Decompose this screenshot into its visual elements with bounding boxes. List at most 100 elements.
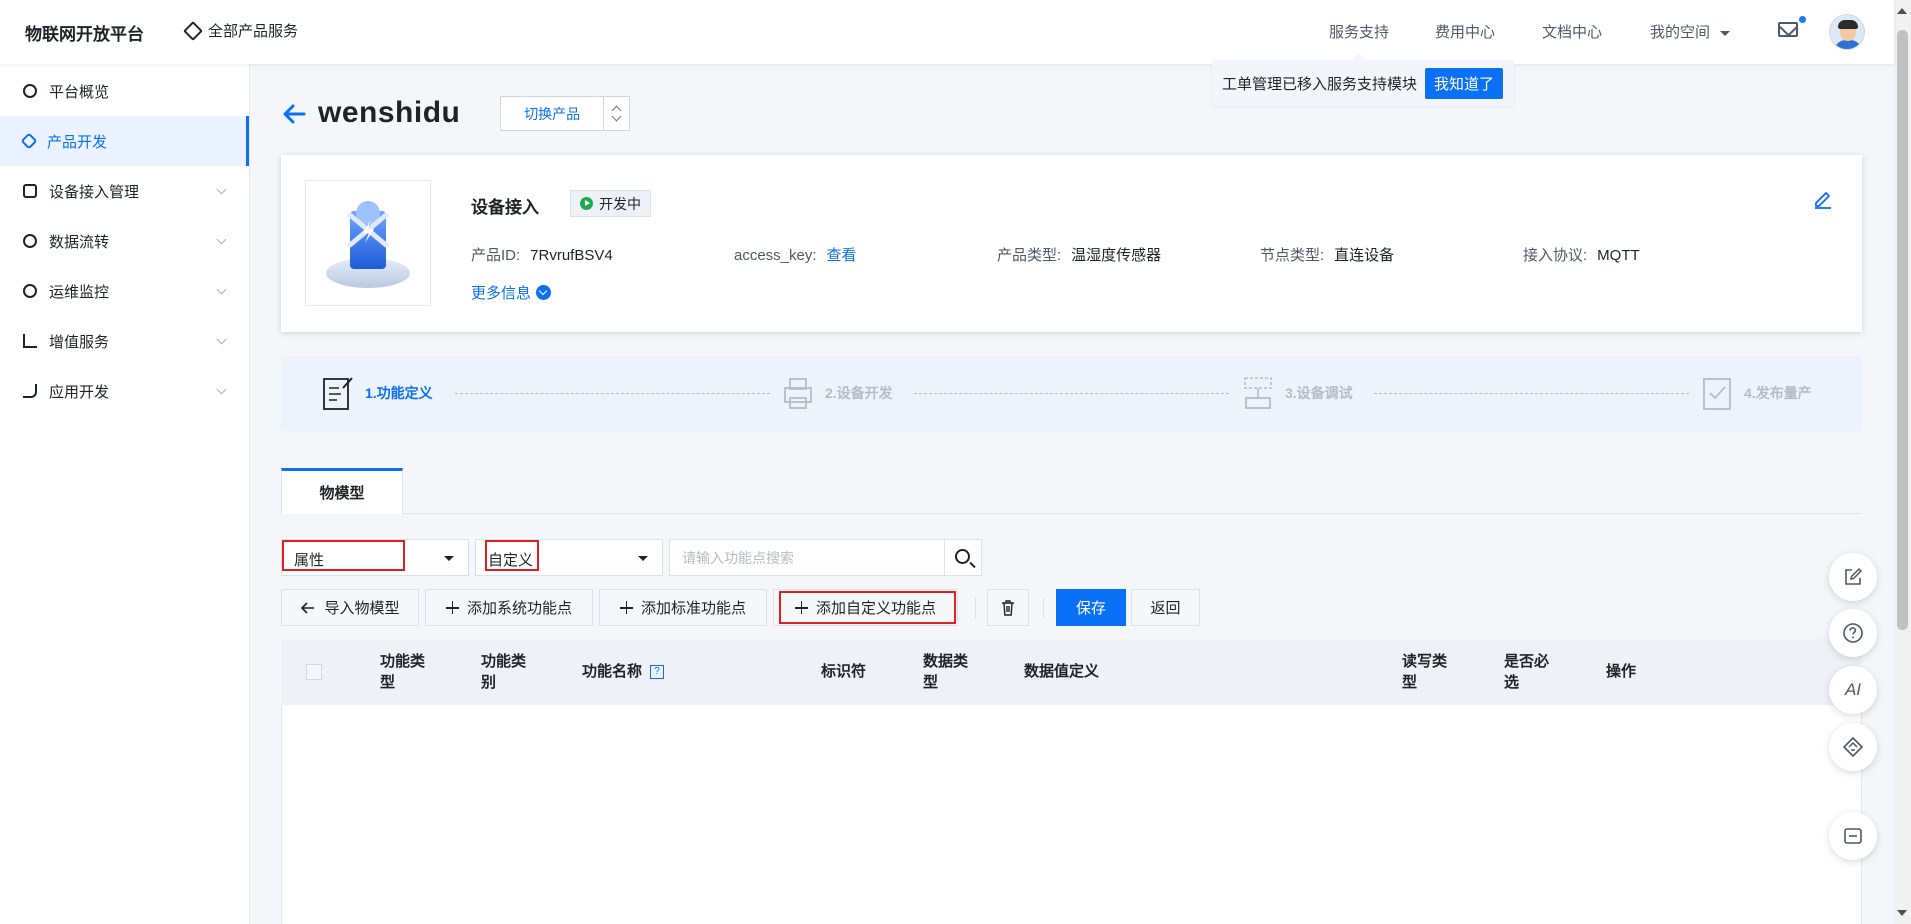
product-image	[305, 180, 431, 306]
got-it-button[interactable]: 我知道了	[1425, 67, 1504, 99]
cube-icon	[20, 132, 38, 150]
more-info-link[interactable]: 更多信息	[471, 282, 552, 303]
tabs-divider	[281, 513, 1862, 514]
my-space-label: 我的空间	[1650, 24, 1711, 41]
data-flow-icon	[23, 234, 37, 248]
collapse-panel-button[interactable]	[1829, 812, 1877, 860]
step-label: 3.设备调试	[1285, 385, 1353, 401]
plus-icon	[619, 601, 633, 614]
add-custom-function-button[interactable]: 添加自定义功能点	[773, 589, 958, 626]
select-all-checkbox[interactable]	[306, 664, 322, 680]
step-connector	[455, 393, 770, 394]
add-standard-label: 添加标准功能点	[640, 600, 746, 617]
question-circle-icon	[1843, 623, 1863, 643]
protocol-label: 接入协议:	[1523, 247, 1588, 264]
sidebar-item-label: 平台概览	[49, 83, 110, 101]
save-button[interactable]: 保存	[1056, 589, 1126, 626]
chevron-circle-icon	[536, 285, 552, 300]
notification-dot	[1799, 16, 1806, 23]
all-services-label: 全部产品服务	[208, 23, 299, 40]
node-type-field: 节点类型: 直连设备	[1260, 244, 1394, 265]
caret-down-icon	[1720, 30, 1731, 36]
col-data-value-definition: 数据值定义	[1024, 663, 1100, 680]
scroll-down-arrow-icon[interactable]	[1897, 910, 1907, 916]
step-connector	[914, 393, 1229, 394]
step-label: 1.功能定义	[365, 385, 433, 401]
category-select[interactable]: 属性	[281, 539, 469, 576]
scrollbar-thumb[interactable]	[1897, 30, 1908, 630]
back-button[interactable]: 返回	[1131, 589, 1200, 626]
help-icon[interactable]: ?	[650, 665, 665, 680]
import-model-label: 导入物模型	[324, 600, 400, 617]
help-button[interactable]	[1829, 609, 1877, 657]
sidebar: 平台概览 产品开发 设备接入管理 数据流转 运维监控 增值服务 应用开发	[0, 64, 250, 924]
source-select[interactable]: 自定义	[475, 539, 663, 576]
sidebar-item-monitor[interactable]: 运维监控	[0, 266, 249, 316]
printer-icon	[784, 378, 812, 409]
nav-billing-center[interactable]: 费用中心	[1435, 21, 1495, 42]
delete-button[interactable]	[987, 589, 1029, 626]
play-icon	[580, 197, 593, 210]
feedback-edit-button[interactable]	[1829, 553, 1877, 601]
value-added-icon	[23, 334, 37, 348]
tab-thing-model[interactable]: 物模型	[281, 468, 403, 514]
ai-icon: AI	[1844, 680, 1862, 699]
plus-icon	[794, 601, 808, 614]
service-button[interactable]	[1829, 723, 1877, 771]
add-custom-label: 添加自定义功能点	[815, 600, 936, 617]
col-identifier: 标识符	[821, 663, 867, 680]
switch-product-label: 切换产品	[524, 105, 581, 122]
brand-title[interactable]: 物联网开放平台	[25, 20, 144, 45]
product-type-field: 产品类型: 温湿度传感器	[997, 244, 1161, 265]
sidebar-item-label: 产品开发	[47, 133, 108, 151]
step-device-development[interactable]: 2.设备开发	[781, 374, 893, 412]
import-model-button[interactable]: 导入物模型	[281, 589, 419, 626]
sidebar-item-overview[interactable]: 平台概览	[0, 66, 249, 116]
progress-steps: 1.功能定义 2.设备开发 3.设备调试 4.发布量产	[281, 356, 1862, 431]
document-edit-icon	[323, 377, 353, 410]
mail-icon[interactable]	[1778, 22, 1798, 37]
edit-icon[interactable]	[1812, 187, 1834, 209]
diamond-arrows-icon	[1842, 736, 1864, 758]
sidebar-item-device-access[interactable]: 设备接入管理	[0, 166, 249, 216]
scroll-up-arrow-icon[interactable]	[1897, 8, 1907, 14]
view-access-key-link[interactable]: 查看	[827, 247, 857, 264]
divider	[1043, 598, 1044, 618]
search-button[interactable]	[944, 539, 982, 576]
nav-docs-center[interactable]: 文档中心	[1542, 21, 1602, 42]
nav-my-space[interactable]: 我的空间	[1650, 21, 1731, 42]
add-standard-function-button[interactable]: 添加标准功能点	[599, 589, 767, 626]
node-type-value: 直连设备	[1334, 247, 1395, 264]
sidebar-item-data-flow[interactable]: 数据流转	[0, 216, 249, 266]
col-required: 是否必选	[1504, 653, 1550, 691]
switch-product-button[interactable]: 切换产品	[500, 96, 630, 131]
step-device-debug[interactable]: 3.设备调试	[1241, 374, 1353, 412]
step-release[interactable]: 4.发布量产	[1700, 374, 1812, 412]
network-icon	[1244, 377, 1272, 409]
ai-assistant-button[interactable]: AI	[1829, 666, 1877, 714]
sidebar-item-label: 数据流转	[49, 233, 110, 251]
step-label: 4.发布量产	[1744, 385, 1812, 401]
node-type-label: 节点类型:	[1260, 247, 1325, 264]
search-input[interactable]	[669, 539, 945, 576]
avatar[interactable]	[1829, 14, 1865, 50]
sidebar-item-value-added[interactable]: 增值服务	[0, 316, 249, 366]
product-info-card: 设备接入 开发中 产品ID: 7RvrufBSV4 access_key: 查看 产…	[281, 155, 1862, 332]
overview-icon	[23, 84, 37, 98]
add-system-function-button[interactable]: 添加系统功能点	[425, 589, 593, 626]
device-access-icon	[23, 184, 37, 198]
sidebar-item-app-dev[interactable]: 应用开发	[0, 366, 249, 416]
sidebar-item-product-dev[interactable]: 产品开发	[0, 116, 249, 166]
sidebar-item-label: 设备接入管理	[49, 183, 140, 201]
nav-service-support[interactable]: 服务支持	[1329, 21, 1389, 42]
protocol-value: MQTT	[1597, 247, 1640, 264]
col-function-type: 功能类型	[380, 653, 426, 691]
step-connector	[1374, 393, 1689, 394]
all-services-menu[interactable]: 全部产品服务	[183, 20, 299, 41]
status-text: 开发中	[599, 195, 641, 212]
sidebar-item-label: 应用开发	[49, 383, 110, 401]
back-arrow-icon[interactable]	[282, 104, 306, 124]
col-data-type: 数据类型	[923, 653, 969, 691]
step-function-definition[interactable]: 1.功能定义	[321, 374, 433, 412]
chevron-down-icon	[216, 284, 227, 295]
